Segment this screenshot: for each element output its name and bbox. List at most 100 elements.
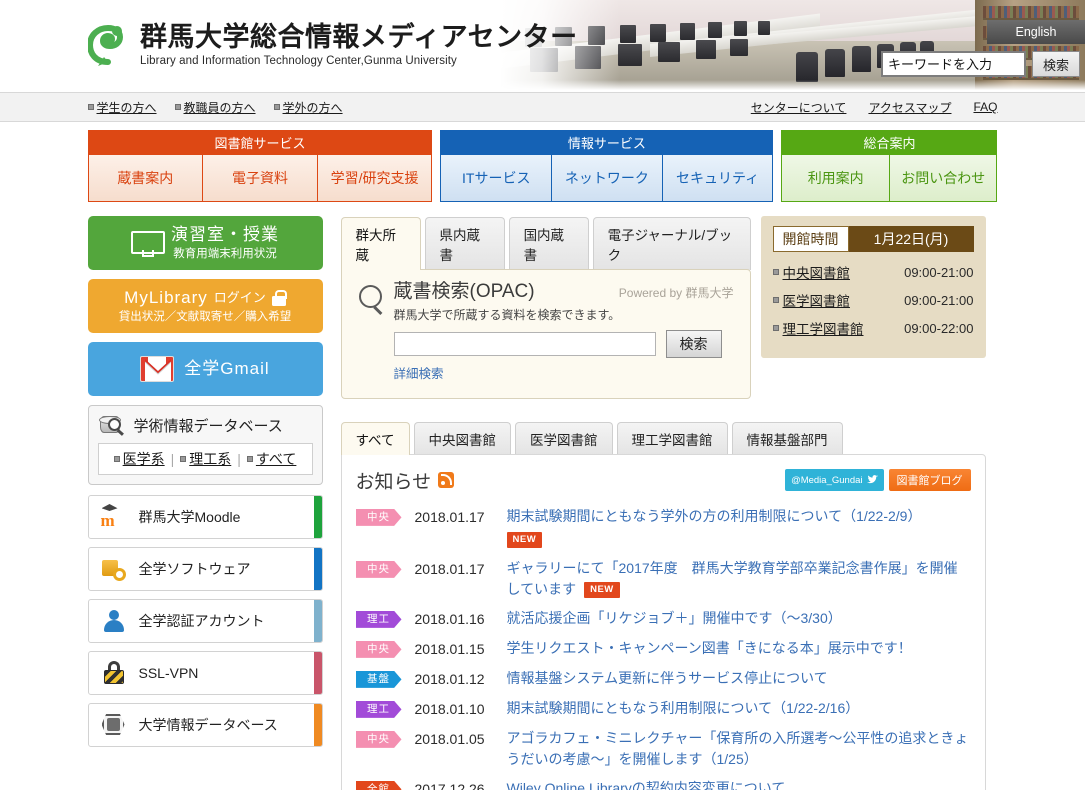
lock-icon xyxy=(271,289,287,306)
opac-search-input[interactable] xyxy=(393,331,656,356)
news-item[interactable]: 中央 2018.01.17 ギャラリーにて「2017年度 群馬大学教育学部卒業記… xyxy=(355,554,971,604)
news-item[interactable]: 基盤 2018.01.12 情報基盤システム更新に伴うサービス停止について xyxy=(355,664,971,694)
content-area: 演習室・授業 教育用端末利用状況 MyLibrary ログイン 貸出状況／文献取… xyxy=(87,216,998,790)
nav-item-security[interactable]: セキュリティ xyxy=(662,155,774,202)
news-item[interactable]: 中央 2018.01.15 学生リクエスト・キャンペーン図書「きになる本」展示中… xyxy=(355,634,971,664)
tab-gunma-holdings[interactable]: 群大所蔵 xyxy=(340,217,421,270)
utility-link-students[interactable]: 学生の方へ xyxy=(87,99,157,116)
nav-item-it-service[interactable]: ITサービス xyxy=(440,155,553,202)
db-link-all[interactable]: すべて xyxy=(246,449,296,469)
nav-group-title: 情報サービス xyxy=(440,130,774,155)
nav-item-network[interactable]: ネットワーク xyxy=(552,155,663,202)
news-panel: お知らせ @Media_Gundai 図書館ブログ 中央 2018.01.17 … xyxy=(340,453,986,790)
account-icon xyxy=(101,608,127,634)
rss-icon[interactable] xyxy=(438,472,455,489)
news-link[interactable]: 情報基盤システム更新に伴うサービス停止について xyxy=(507,668,971,689)
tab-prefecture-holdings[interactable]: 県内蔵書 xyxy=(424,217,505,270)
twitter-button[interactable]: @Media_Gundai xyxy=(785,469,884,492)
utility-link-about[interactable]: センターについて xyxy=(751,99,847,116)
hours-time: 09:00-21:00 xyxy=(904,292,974,308)
news-item[interactable]: 全館 2017.12.26 Wiley Online Libraryの契約内容変… xyxy=(355,774,971,790)
news-tab-science-library[interactable]: 理工学図書館 xyxy=(616,421,728,455)
bullet-square-icon xyxy=(113,456,120,462)
utility-link-accessmap[interactable]: アクセスマップ xyxy=(868,99,951,116)
news-badge: 中央 xyxy=(355,640,402,658)
utility-link-public[interactable]: 学外の方へ xyxy=(273,99,343,116)
nav-item-study-research-support[interactable]: 学習/研究支援 xyxy=(317,155,433,202)
sidebar-item-moodle[interactable]: m 群馬大学Moodle xyxy=(87,495,323,539)
news-item[interactable]: 中央 2018.01.05 アゴラカフェ・ミニレクチャー「保育所の入所選考～公平… xyxy=(355,724,971,774)
sidebar-item-university-db[interactable]: 大学情報データベース xyxy=(87,703,323,747)
news-item[interactable]: 理工 2018.01.16 就活応援企画「リケジョブ＋」開催中です（～3/30） xyxy=(355,604,971,634)
moodle-icon: m xyxy=(101,504,127,530)
news-list: 中央 2018.01.17 期末試験期間にともなう学外の方の利用制限について（1… xyxy=(355,502,971,790)
sidebar-item-label: 大学情報データベース xyxy=(138,717,278,733)
db-link-medical[interactable]: 医学系 xyxy=(113,449,165,469)
news-date: 2018.01.17 xyxy=(414,560,485,577)
hours-library-link-central[interactable]: 中央図書館 xyxy=(772,262,905,282)
bullet-square-icon xyxy=(772,325,779,331)
news-section: すべて 中央図書館 医学図書館 理工学図書館 情報基盤部門 お知らせ @Medi… xyxy=(340,421,986,790)
sidebar-item-software[interactable]: 全学ソフトウェア xyxy=(87,547,323,591)
news-link[interactable]: 期末試験期間にともなう利用制限について（1/22-2/16） xyxy=(507,698,971,719)
new-badge: NEW xyxy=(506,531,543,549)
divider: | xyxy=(170,451,175,467)
banner-monitor xyxy=(734,21,747,36)
news-link[interactable]: アゴラカフェ・ミニレクチャー「保育所の入所選考～公平性の追求ときょうだいの考慮～… xyxy=(507,728,971,770)
library-blog-button[interactable]: 図書館ブログ xyxy=(888,469,971,492)
news-date: 2018.01.05 xyxy=(414,730,485,747)
utility-link-faq[interactable]: FAQ xyxy=(973,99,997,116)
nav-group-title: 総合案内 xyxy=(781,130,998,155)
opac-advanced-search-link[interactable]: 詳細検索 xyxy=(394,363,734,382)
news-badge: 基盤 xyxy=(355,670,402,688)
news-link[interactable]: Wiley Online Libraryの契約内容変更について xyxy=(507,778,971,790)
english-language-button[interactable]: English xyxy=(987,20,1085,44)
tab-domestic-holdings[interactable]: 国内蔵書 xyxy=(508,217,589,270)
opac-search-button[interactable]: 検索 xyxy=(665,329,722,358)
sidebar-button-classroom[interactable]: 演習室・授業 教育用端末利用状況 xyxy=(87,216,323,270)
accent-bar xyxy=(313,548,322,590)
main-nav: 図書館サービス 蔵書案内 電子資料 学習/研究支援 情報サービス ITサービス … xyxy=(87,130,998,202)
nav-item-electronic-resources[interactable]: 電子資料 xyxy=(203,155,318,202)
utility-link-faculty[interactable]: 教職員の方へ xyxy=(174,99,256,116)
banner-bottom-fade xyxy=(500,80,1085,90)
sidebar-item-ssl-vpn[interactable]: SSL-VPN xyxy=(87,651,323,695)
hours-row: 理工学図書館 09:00-22:00 xyxy=(772,318,974,338)
hours-library-name: 理工学図書館 xyxy=(782,322,864,337)
news-link[interactable]: ギャラリーにて「2017年度 群馬大学教育学部卒業記念書作展」を開催しています N… xyxy=(507,558,971,600)
opac-search-form: 検索 xyxy=(393,329,734,358)
tab-ejournal-book[interactable]: 電子ジャーナル/ブック xyxy=(592,217,751,270)
gunma-logo-icon xyxy=(86,24,132,68)
banner-monitor xyxy=(618,44,642,66)
logo-title-en: Library and Information Technology Cente… xyxy=(140,54,457,67)
sidebar-button-gmail[interactable]: 全学Gmail xyxy=(87,342,323,396)
hours-library-link-science[interactable]: 理工学図書館 xyxy=(772,318,905,338)
opening-hours-label: 開館時間 xyxy=(772,226,849,252)
hours-library-link-medical[interactable]: 医学図書館 xyxy=(772,290,905,310)
news-tab-it-division[interactable]: 情報基盤部門 xyxy=(731,421,843,455)
db-link-science[interactable]: 理工系 xyxy=(180,449,231,469)
nav-item-contact[interactable]: お問い合わせ xyxy=(889,155,998,202)
sidebar-item-account[interactable]: 全学認証アカウント xyxy=(87,599,323,643)
main-area: 群大所蔵 県内蔵書 国内蔵書 電子ジャーナル/ブック Powered by 群馬… xyxy=(340,216,986,790)
nav-item-usage-guide[interactable]: 利用案内 xyxy=(781,155,890,202)
news-tab-central-library[interactable]: 中央図書館 xyxy=(413,421,512,455)
news-date: 2018.01.10 xyxy=(414,700,485,717)
header-search-input[interactable] xyxy=(881,51,1026,77)
header-search-button[interactable]: 検索 xyxy=(1032,51,1080,77)
news-link[interactable]: 期末試験期間にともなう学外の方の利用制限について（1/22-2/9） NEW xyxy=(506,506,971,550)
site-logo[interactable]: 群馬大学総合情報メディアセンター Library and Information… xyxy=(86,22,578,68)
news-tab-all[interactable]: すべて xyxy=(340,421,410,455)
news-item[interactable]: 中央 2018.01.17 期末試験期間にともなう学外の方の利用制限について（1… xyxy=(355,502,971,554)
accent-bar xyxy=(313,600,322,642)
news-tab-medical-library[interactable]: 医学図書館 xyxy=(515,421,613,455)
news-link[interactable]: 学生リクエスト・キャンペーン図書「きになる本」展示中です！ xyxy=(507,638,971,659)
banner-monitor xyxy=(620,25,636,43)
news-link[interactable]: 就活応援企画「リケジョブ＋」開催中です（～3/30） xyxy=(507,608,971,629)
sidebar-button-mylibrary[interactable]: MyLibrary ログイン 貸出状況／文献取寄せ／購入希望 xyxy=(87,279,323,333)
news-date: 2017.12.26 xyxy=(414,780,485,790)
nav-item-collection[interactable]: 蔵書案内 xyxy=(87,155,204,202)
banner-monitor xyxy=(680,23,695,40)
nav-group-library: 図書館サービス 蔵書案内 電子資料 学習/研究支援 xyxy=(87,130,433,202)
news-item[interactable]: 理工 2018.01.10 期末試験期間にともなう利用制限について（1/22-2… xyxy=(355,694,971,724)
